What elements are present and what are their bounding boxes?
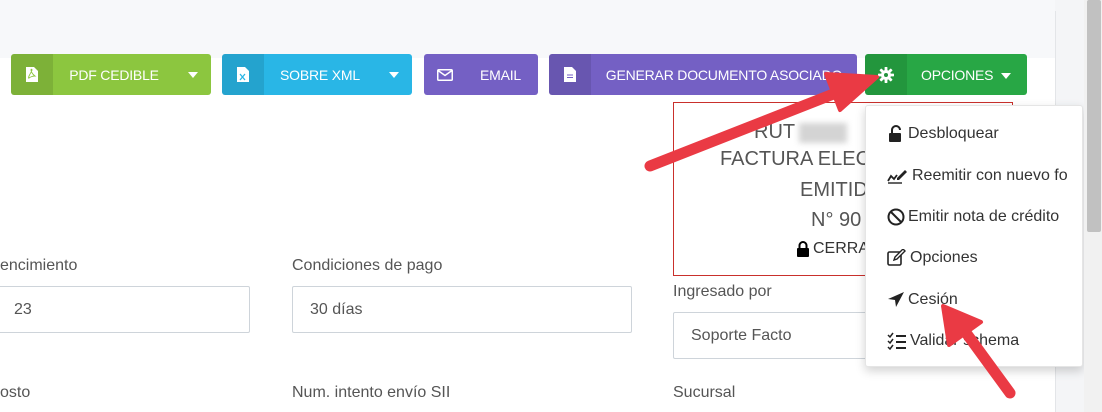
gear-icon	[865, 54, 907, 95]
pdf-cedible-label: PDF CEDIBLE	[69, 66, 159, 83]
entered-by-input[interactable]: Soporte Facto	[673, 312, 873, 359]
due-date-value: 23	[14, 300, 32, 318]
file-pdf-icon	[11, 54, 53, 95]
options-dropdown-button[interactable]: OPCIONES	[865, 54, 1027, 95]
redacted-rut	[799, 122, 848, 143]
document-status: EMITID	[800, 179, 868, 201]
menu-item-label: Desbloquear	[908, 125, 999, 142]
pdf-cedible-button[interactable]: PDF CEDIBLE	[11, 54, 211, 95]
menu-item-label: Opciones	[910, 249, 978, 266]
file-excel-icon	[222, 54, 264, 95]
sii-attempt-label: Num. intento envío SII	[292, 384, 451, 401]
edit-icon	[887, 249, 906, 266]
email-button[interactable]: EMAIL	[424, 54, 538, 95]
unlock-icon	[889, 125, 901, 142]
ban-icon	[887, 208, 905, 226]
page-scrollbar-thumb[interactable]	[1087, 0, 1101, 232]
due-date-label: encimiento	[0, 257, 78, 274]
menu-item-cesion[interactable]: Cesión	[866, 281, 1082, 319]
location-arrow-icon	[888, 292, 904, 307]
generate-associated-document-label: GENERAR DOCUMENTO ASOCIADO	[605, 66, 843, 83]
menu-item-label: Validar schema	[910, 332, 1020, 349]
chevron-down-icon[interactable]	[376, 54, 412, 95]
tasks-icon	[887, 332, 906, 350]
lock-icon	[797, 241, 809, 257]
sobre-xml-button[interactable]: SOBRE XML	[222, 54, 412, 95]
menu-item-opciones[interactable]: Opciones	[866, 239, 1082, 277]
signature-icon	[887, 170, 907, 184]
menu-item-validar-schema[interactable]: Validar schema	[866, 322, 1082, 360]
menu-item-desbloquear[interactable]: Desbloquear	[866, 115, 1082, 153]
document-type: FACTURA ELEC	[720, 148, 871, 170]
menu-item-label: Cesión	[908, 291, 958, 308]
caret-down-icon	[1001, 72, 1012, 79]
payment-terms-value: 30 días	[310, 300, 363, 318]
menu-item-reemitir[interactable]: Reemitir con nuevo fo	[866, 157, 1082, 195]
file-icon	[549, 54, 591, 95]
document-closed: CERRA	[796, 240, 869, 258]
menu-item-label: Emitir nota de crédito	[908, 208, 1060, 225]
payment-terms-label: Condiciones de pago	[292, 257, 443, 274]
due-date-input[interactable]: 23	[0, 286, 250, 333]
branch-label: Sucursal	[673, 384, 736, 401]
envelope-icon	[424, 54, 466, 95]
payment-terms-input[interactable]: 30 días	[292, 286, 632, 333]
document-rut: RUT	[754, 121, 848, 144]
chevron-down-icon[interactable]	[175, 54, 211, 95]
entered-by-value: Soporte Facto	[691, 326, 792, 344]
entered-by-label: Ingresado por	[673, 283, 772, 300]
menu-item-label: Reemitir con nuevo fo	[912, 167, 1068, 184]
options-dropdown-menu: Desbloquear Reemitir con nuevo fo Emitir…	[865, 105, 1083, 367]
menu-item-nota-credito[interactable]: Emitir nota de crédito	[866, 198, 1082, 236]
sobre-xml-label: SOBRE XML	[280, 66, 360, 83]
options-label: OPCIONES	[907, 67, 1027, 83]
document-number: N° 90	[811, 209, 862, 231]
cost-center-label: osto	[0, 384, 31, 401]
generate-associated-document-button[interactable]: GENERAR DOCUMENTO ASOCIADO	[549, 54, 857, 95]
email-label: EMAIL	[480, 66, 522, 83]
card-header-area	[0, 0, 1055, 58]
